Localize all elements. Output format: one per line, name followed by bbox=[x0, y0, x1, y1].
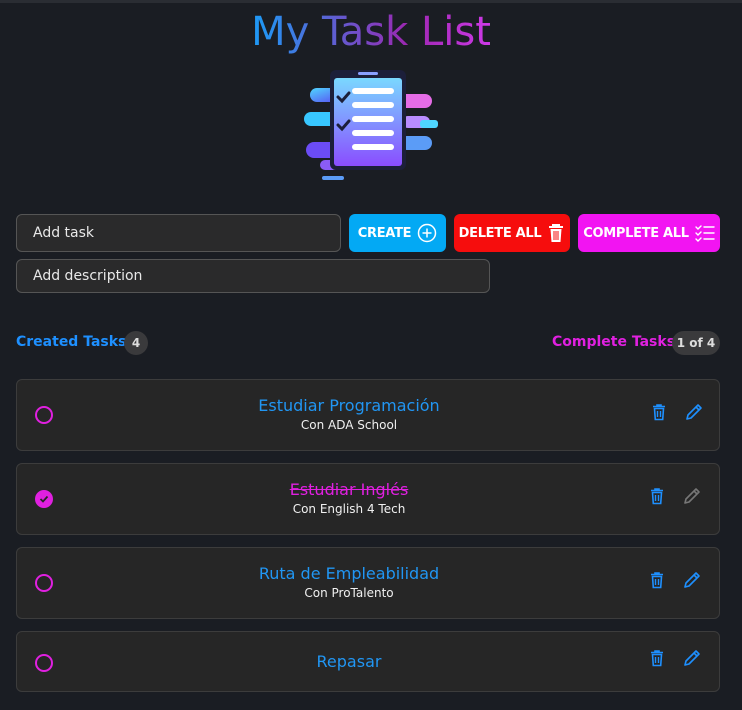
description-input-placeholder: Add description bbox=[33, 268, 143, 284]
check-icon bbox=[39, 495, 49, 503]
complete-all-button-label: COMPLETE ALL bbox=[583, 225, 689, 241]
task-description: Con ProTalento bbox=[304, 586, 394, 600]
trash-icon[interactable] bbox=[647, 570, 667, 590]
edit-icon[interactable] bbox=[684, 402, 704, 422]
edit-icon[interactable] bbox=[682, 570, 702, 590]
trash-icon[interactable] bbox=[649, 402, 669, 422]
create-button-label: CREATE bbox=[357, 225, 412, 241]
plus-circle-icon bbox=[417, 223, 437, 243]
task-list-illustration-icon bbox=[304, 70, 438, 180]
task-item: Estudiar Inglés Con English 4 Tech bbox=[16, 463, 720, 535]
trash-icon[interactable] bbox=[647, 648, 667, 668]
description-input[interactable]: Add description bbox=[16, 259, 490, 293]
task-title: Repasar bbox=[316, 652, 382, 671]
task-input-placeholder: Add task bbox=[33, 225, 95, 241]
task-item: Ruta de Empleabilidad Con ProTalento bbox=[16, 547, 720, 619]
task-item: Estudiar Programación Con ADA School bbox=[16, 379, 720, 451]
created-tasks-count-badge: 4 bbox=[124, 331, 148, 355]
trash-icon bbox=[549, 224, 564, 242]
task-complete-toggle[interactable] bbox=[35, 406, 53, 424]
create-button[interactable]: CREATE bbox=[349, 214, 446, 252]
complete-tasks-label: Complete Tasks bbox=[552, 334, 676, 350]
task-title: Estudiar Programación bbox=[258, 396, 440, 415]
task-complete-toggle[interactable] bbox=[35, 490, 53, 508]
checklist-icon bbox=[695, 225, 715, 242]
task-complete-toggle[interactable] bbox=[35, 654, 53, 672]
task-description: Con English 4 Tech bbox=[292, 502, 406, 516]
top-border bbox=[0, 0, 742, 3]
task-item: Repasar bbox=[16, 631, 720, 692]
task-title: Ruta de Empleabilidad bbox=[258, 564, 440, 583]
task-complete-toggle[interactable] bbox=[35, 574, 53, 592]
task-input[interactable]: Add task bbox=[16, 214, 341, 252]
page-title: My Task List bbox=[0, 8, 742, 56]
complete-all-button[interactable]: COMPLETE ALL bbox=[578, 214, 720, 252]
trash-icon[interactable] bbox=[647, 486, 667, 506]
edit-icon[interactable] bbox=[682, 648, 702, 668]
created-tasks-label: Created Tasks bbox=[16, 334, 127, 350]
edit-icon bbox=[684, 488, 700, 504]
delete-all-button[interactable]: DELETE ALL bbox=[454, 214, 570, 252]
complete-tasks-count-badge: 1 of 4 bbox=[672, 331, 720, 355]
delete-all-button-label: DELETE ALL bbox=[458, 225, 542, 241]
task-title: Estudiar Inglés bbox=[289, 480, 409, 499]
task-description: Con ADA School bbox=[300, 418, 398, 432]
